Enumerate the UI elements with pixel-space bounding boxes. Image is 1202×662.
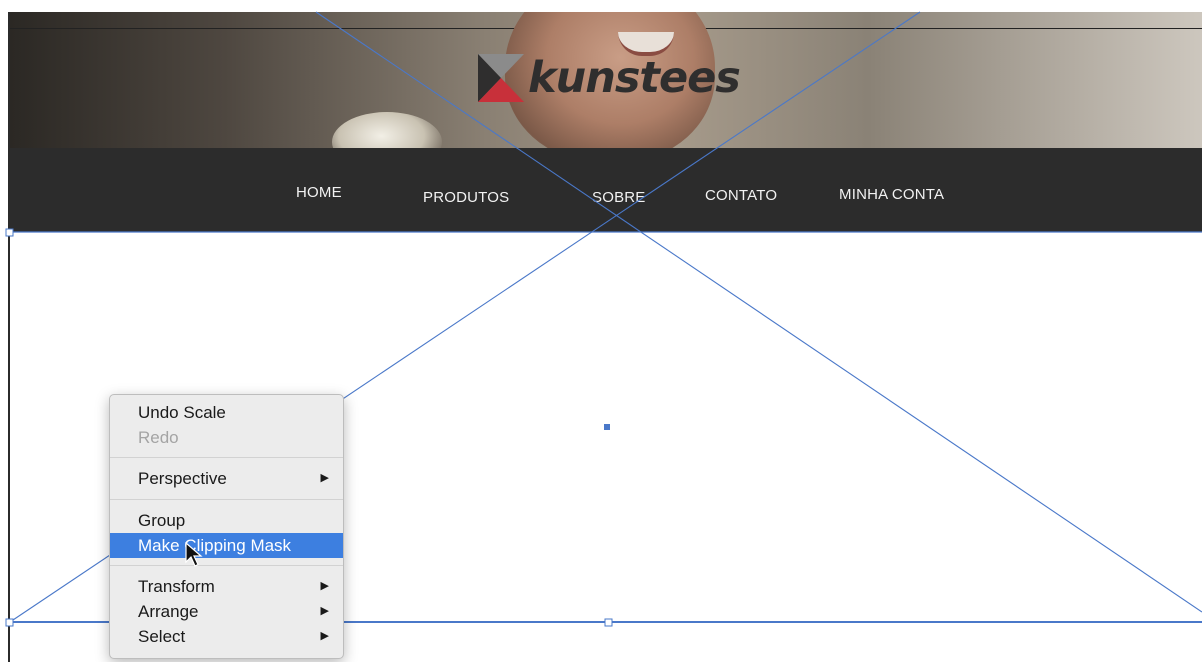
artboard-canvas[interactable]: kunstees HOME PRODUTOS SOBRE CONTATO MIN… (0, 0, 1202, 662)
menu-item-undo-scale[interactable]: Undo Scale (110, 400, 343, 425)
menu-item-label: Perspective (138, 469, 227, 488)
menu-item-label: Arrange (138, 602, 199, 621)
menu-item-arrange[interactable]: Arrange ▶ (110, 599, 343, 624)
center-point-handle[interactable] (604, 424, 610, 430)
menu-item-group[interactable]: Group (110, 508, 343, 533)
menu-separator (110, 499, 343, 500)
menu-item-label: Select (138, 627, 186, 646)
mouse-pointer-icon (185, 542, 203, 567)
menu-item-label: Transform (138, 577, 215, 596)
bottom-left-handle[interactable] (5, 618, 14, 627)
menu-item-label: Redo (138, 428, 179, 447)
menu-item-select[interactable]: Select ▶ (110, 624, 343, 649)
menu-separator (110, 565, 343, 566)
submenu-arrow-icon: ▶ (320, 580, 329, 592)
menu-item-perspective[interactable]: Perspective ▶ (110, 466, 343, 491)
submenu-arrow-icon: ▶ (320, 472, 329, 484)
menu-item-label: Group (138, 511, 186, 530)
bottom-center-handle[interactable] (604, 618, 613, 627)
submenu-arrow-icon: ▶ (320, 630, 329, 642)
menu-item-redo: Redo (110, 425, 343, 450)
menu-item-label: Make Clipping Mask (138, 536, 292, 555)
menu-item-transform[interactable]: Transform ▶ (110, 574, 343, 599)
top-left-handle[interactable] (5, 228, 14, 237)
context-menu: Undo Scale Redo Perspective ▶ Group Make… (109, 394, 344, 659)
menu-item-make-clipping-mask[interactable]: Make Clipping Mask (110, 533, 343, 558)
menu-separator (110, 457, 343, 458)
submenu-arrow-icon: ▶ (320, 605, 329, 617)
menu-item-label: Undo Scale (138, 403, 226, 422)
guide-diagonal-1 (315, 11, 1202, 613)
